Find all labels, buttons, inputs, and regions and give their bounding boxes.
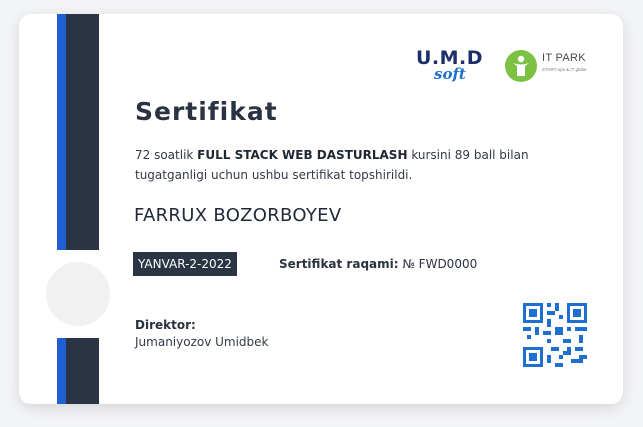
desc-prefix: 72 soatlik bbox=[135, 148, 198, 162]
qr-code-icon bbox=[523, 303, 587, 367]
certificate-number-label: Sertifikat raqami: bbox=[279, 257, 399, 271]
itpark-logo: IT PARK START-ups & IT globe bbox=[505, 50, 605, 84]
certificate-description: 72 soatlik FULL STACK WEB DASTURLASH kur… bbox=[135, 145, 575, 185]
director-name: Jumaniyozov Umidbek bbox=[135, 335, 269, 349]
itpark-tagline: START-ups & IT globe bbox=[542, 67, 587, 72]
side-stripe-bottom bbox=[57, 338, 99, 404]
umd-soft-logo: U.M.D soft bbox=[416, 47, 486, 85]
itpark-name: IT PARK bbox=[542, 52, 586, 64]
certificate-card: U.M.D soft IT PARK START-ups & IT globe … bbox=[19, 14, 623, 404]
certificate-title: Sertifikat bbox=[135, 97, 278, 126]
side-stripe-top bbox=[57, 14, 99, 250]
certificate-number-value: № FWD0000 bbox=[398, 257, 478, 271]
director-label: Direktor: bbox=[135, 318, 196, 332]
umd-logo-sub: soft bbox=[434, 65, 466, 83]
course-name: FULL STACK WEB DASTURLASH bbox=[197, 148, 408, 162]
punch-hole bbox=[46, 262, 110, 326]
itpark-logo-icon bbox=[505, 50, 537, 82]
certificate-number: Sertifikat raqami: № FWD0000 bbox=[279, 257, 477, 271]
recipient-name: FARRUX BOZORBOYEV bbox=[134, 205, 342, 226]
date-badge: YANVAR-2-2022 bbox=[133, 252, 237, 276]
